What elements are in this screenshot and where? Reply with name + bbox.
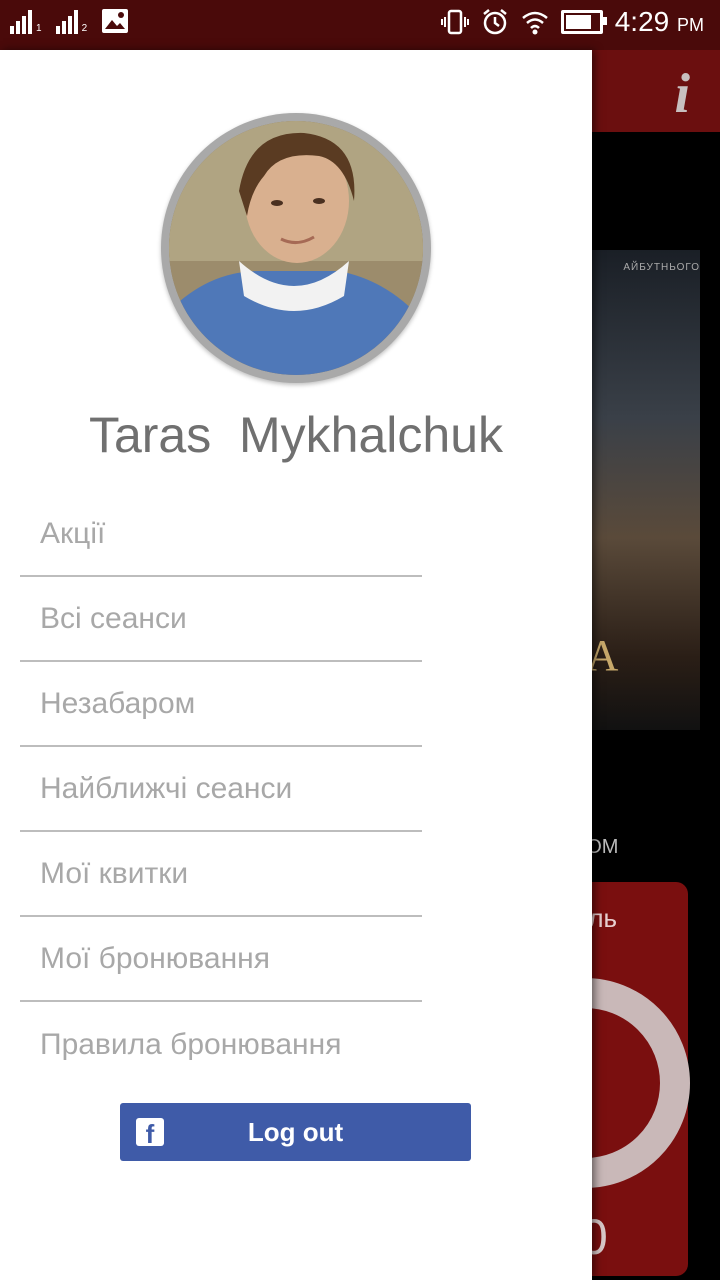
sim2-label: 2	[81, 23, 88, 34]
menu-item-all-sessions[interactable]: Всі сеанси	[20, 577, 422, 662]
vibrate-icon	[440, 9, 469, 35]
menu-item-booking-rules[interactable]: Правила бронювання	[20, 1002, 422, 1087]
sim1-label: 1	[36, 23, 42, 34]
wifi-icon	[521, 11, 548, 35]
status-bar: 1 2 4:29 PM	[0, 0, 720, 50]
menu-item-promotions[interactable]: Акції	[20, 492, 422, 577]
logout-label: Log out	[247, 1117, 344, 1147]
facebook-logout-button[interactable]: f Log out	[120, 1103, 471, 1161]
signal-icon: 1	[10, 8, 42, 34]
menu-item-my-tickets[interactable]: Мої квитки	[20, 832, 422, 917]
drawer-menu: Акції Всі сеанси Незабаром Найближчі сеа…	[20, 492, 422, 1087]
time-value: 4:29	[614, 6, 670, 37]
status-time: 4:29 PM	[615, 6, 704, 38]
battery-icon	[560, 10, 607, 34]
avatar-photo	[169, 121, 423, 375]
menu-item-coming-soon[interactable]: Незабаром	[20, 662, 422, 747]
profile-photo-illustration	[169, 121, 423, 375]
menu-item-my-bookings[interactable]: Мої бронювання	[20, 917, 422, 1002]
signal-icon: 2	[55, 8, 88, 34]
alarm-icon	[482, 9, 507, 35]
battery-level	[565, 15, 591, 29]
navigation-drawer: Taras Mykhalchuk Акції Всі сеанси Незаба…	[0, 50, 592, 1280]
avatar	[161, 113, 431, 383]
time-ampm: PM	[677, 15, 704, 35]
profile-name: Taras Mykhalchuk	[88, 407, 504, 463]
menu-item-nearest-sessions[interactable]: Найближчі сеанси	[20, 747, 422, 832]
info-icon[interactable]: i	[674, 62, 690, 126]
gallery-icon	[102, 9, 129, 33]
